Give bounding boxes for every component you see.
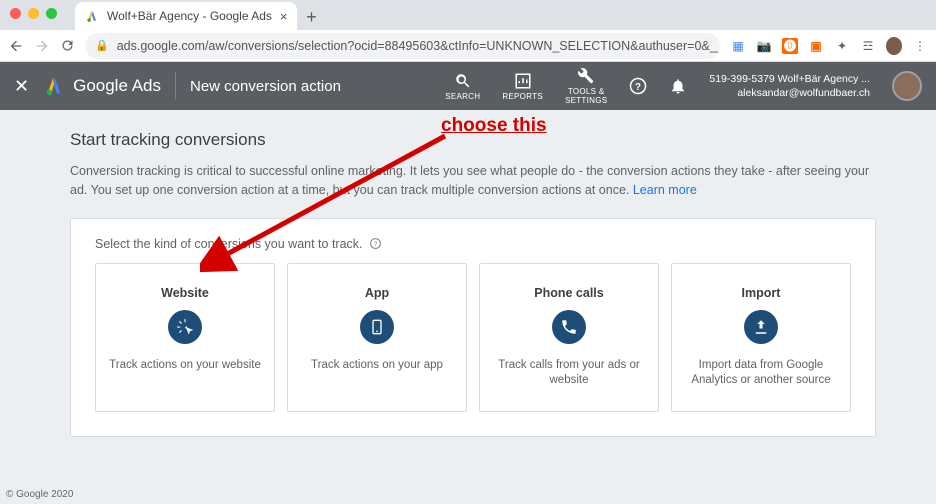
reload-button[interactable]	[60, 38, 75, 53]
intro-body: Conversion tracking is critical to succe…	[70, 164, 869, 197]
notifications-icon[interactable]	[669, 77, 687, 95]
account-info[interactable]: 519-399-5379 Wolf+Bär Agency ... aleksan…	[709, 72, 870, 100]
url-text: ads.google.com/aw/conversions/selection?…	[117, 39, 720, 53]
extensions-menu-icon[interactable]: ✦	[834, 38, 850, 54]
help-tooltip-icon[interactable]: ?	[369, 237, 382, 250]
svg-text:?: ?	[635, 82, 641, 93]
minimize-window-icon[interactable]	[28, 8, 39, 19]
card-website[interactable]: Website Track actions on your website	[95, 263, 275, 412]
help-icon[interactable]: ?	[629, 77, 647, 95]
upload-icon	[744, 310, 778, 344]
card-desc: Track actions on your website	[108, 358, 262, 374]
tools-label: TOOLS & SETTINGS	[565, 87, 607, 105]
card-title: Website	[108, 286, 262, 300]
tab-close-icon[interactable]: ×	[280, 9, 288, 24]
google-ads-favicon-icon	[85, 9, 99, 23]
extension-icon[interactable]: ▣	[808, 38, 824, 54]
page-content: Start tracking conversions Conversion tr…	[0, 110, 936, 437]
search-button[interactable]: SEARCH	[445, 72, 480, 101]
cursor-click-icon	[168, 310, 202, 344]
browser-tab[interactable]: Wolf+Bär Agency - Google Ads ×	[75, 2, 297, 30]
account-line1: 519-399-5379 Wolf+Bär Agency ...	[709, 72, 870, 86]
extensions-area: ▦ 📷 ⓿ ▣ ✦ ☲ ⋮	[730, 38, 928, 54]
forward-button[interactable]	[34, 38, 50, 54]
extension-icon[interactable]: ▦	[730, 38, 746, 54]
chrome-menu-icon[interactable]: ⋮	[912, 38, 928, 54]
phone-app-icon	[360, 310, 394, 344]
card-desc: Track calls from your ads or website	[492, 358, 646, 389]
extension-icon[interactable]: ⓿	[782, 38, 798, 54]
search-label: SEARCH	[445, 92, 480, 101]
learn-more-link[interactable]: Learn more	[633, 183, 697, 197]
reports-icon	[514, 72, 532, 90]
intro-text: Conversion tracking is critical to succe…	[70, 162, 876, 200]
card-title: Phone calls	[492, 286, 646, 300]
card-phone-calls[interactable]: Phone calls Track calls from your ads or…	[479, 263, 659, 412]
card-desc: Track actions on your app	[300, 358, 454, 374]
page-title: New conversion action	[190, 78, 341, 95]
tools-icon	[577, 67, 595, 85]
chrome-tab-strip: Wolf+Bär Agency - Google Ads × +	[0, 0, 936, 30]
conversion-panel: Select the kind of conversions you want …	[70, 218, 876, 437]
select-label: Select the kind of conversions you want …	[95, 237, 851, 251]
page-heading: Start tracking conversions	[70, 130, 876, 150]
close-icon[interactable]: ✕	[14, 76, 29, 97]
select-label-text: Select the kind of conversions you want …	[95, 237, 363, 251]
close-window-icon[interactable]	[10, 8, 21, 19]
conversion-cards: Website Track actions on your website Ap…	[95, 263, 851, 412]
brand-text: Google Ads	[73, 76, 161, 96]
address-bar[interactable]: 🔒 ads.google.com/aw/conversions/selectio…	[85, 33, 720, 59]
card-app[interactable]: App Track actions on your app	[287, 263, 467, 412]
card-title: Import	[684, 286, 838, 300]
browser-toolbar: 🔒 ads.google.com/aw/conversions/selectio…	[0, 30, 936, 62]
lock-icon: 🔒	[95, 39, 109, 52]
tools-button[interactable]: TOOLS & SETTINGS	[565, 67, 607, 105]
reading-list-icon[interactable]: ☲	[860, 38, 876, 54]
divider	[175, 72, 176, 100]
tab-title: Wolf+Bär Agency - Google Ads	[107, 9, 272, 23]
phone-icon	[552, 310, 586, 344]
profile-avatar[interactable]	[886, 38, 902, 54]
reports-label: REPORTS	[502, 92, 543, 101]
browser-chrome: Wolf+Bär Agency - Google Ads × + 🔒 ads.g…	[0, 0, 936, 62]
search-icon	[454, 72, 472, 90]
footer-text: © Google 2020	[6, 489, 73, 500]
google-ads-header: ✕ Google Ads New conversion action SEARC…	[0, 62, 936, 110]
avatar[interactable]	[892, 71, 922, 101]
account-line2: aleksandar@wolfundbaer.ch	[709, 86, 870, 100]
extension-icon[interactable]: 📷	[756, 38, 772, 54]
new-tab-button[interactable]: +	[297, 7, 325, 30]
maximize-window-icon[interactable]	[46, 8, 57, 19]
reports-button[interactable]: REPORTS	[502, 72, 543, 101]
window-controls	[10, 8, 57, 23]
card-import[interactable]: Import Import data from Google Analytics…	[671, 263, 851, 412]
svg-text:?: ?	[373, 241, 377, 248]
card-desc: Import data from Google Analytics or ano…	[684, 358, 838, 389]
back-button[interactable]	[8, 38, 24, 54]
google-ads-logo-icon	[43, 75, 65, 97]
card-title: App	[300, 286, 454, 300]
google-ads-logo[interactable]: Google Ads	[43, 75, 161, 97]
